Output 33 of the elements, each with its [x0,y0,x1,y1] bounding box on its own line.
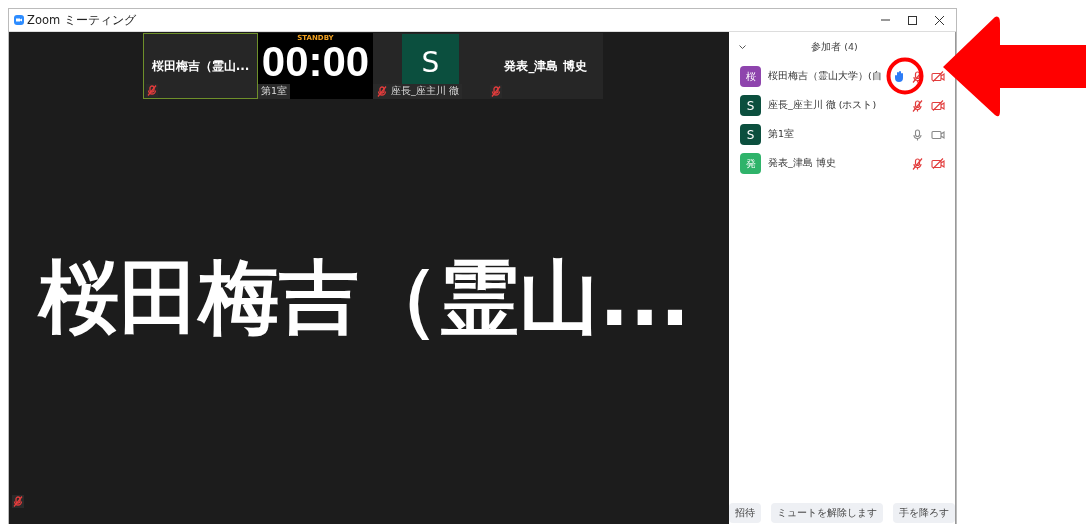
panel-button[interactable]: 招待 [729,503,761,523]
avatar: S [740,95,761,116]
tile-label: 第1室 [261,85,288,98]
maximize-icon[interactable] [908,15,917,25]
panel-title: 参加者 (4) [810,40,859,54]
speaker-name: 桜田梅吉（霊山... [39,249,691,346]
video-tile[interactable]: 桜田梅吉（霊山... [143,33,258,99]
video-camera-icon[interactable] [931,129,945,140]
avatar: S [740,124,761,145]
tile-name: 発表_津島 博史 [504,57,587,75]
close-icon[interactable] [935,15,944,25]
participant-name: 発表_津島 博史 [768,157,837,170]
chevron-icon[interactable] [739,44,746,50]
avatar: 桜 [740,66,761,87]
tile-label: 座長_座主川 徹 [391,85,459,98]
participant-name: 第1室 [768,128,796,141]
window-title: Zoom ミーティング [27,12,137,28]
panel-button[interactable]: 手を降ろす [893,503,955,523]
muted-mic-icon[interactable] [912,99,923,112]
video-off-icon[interactable] [931,71,945,82]
avatar: 発 [740,153,761,174]
tile-name: 桜田梅吉（霊山... [151,57,250,75]
camera-logo-icon [14,15,24,25]
panel-button[interactable]: ミュートを解除します [771,503,883,523]
muted-mic-icon[interactable] [912,157,923,170]
timer-display: 00:00 [261,42,370,82]
participant-name: 座長_座主川 徹 (ホスト) [768,99,878,112]
video-off-icon[interactable] [931,100,945,111]
video-off-icon[interactable] [931,158,945,169]
video-tile[interactable]: 発表_津島 博史 [488,33,603,99]
video-tile[interactable]: S 座長_座主川 徹 [373,33,488,99]
mic-icon[interactable] [912,128,923,141]
participant-name: 桜田梅吉（霊山大学）(自 [768,70,883,83]
